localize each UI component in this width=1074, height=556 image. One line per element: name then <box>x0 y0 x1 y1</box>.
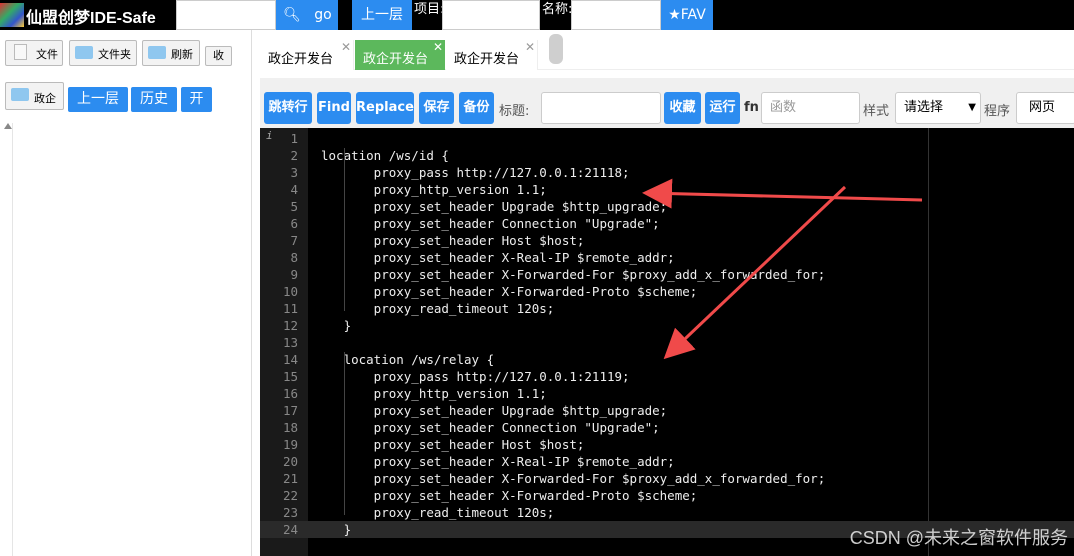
annotation-arrows <box>642 178 923 360</box>
arrow-to-block-1-icon <box>642 178 923 209</box>
arrow-to-block-2-icon <box>663 185 847 360</box>
